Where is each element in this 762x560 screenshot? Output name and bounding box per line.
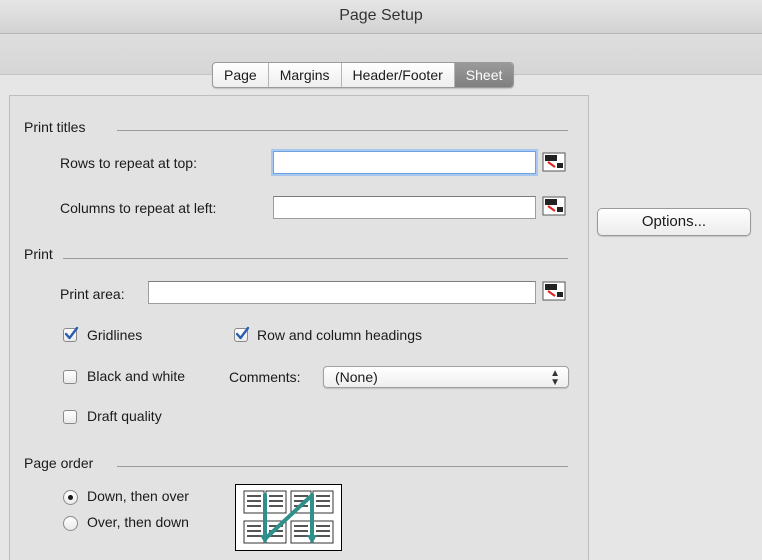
print-titles-divider [117, 130, 568, 131]
row-column-headings-checkbox[interactable] [234, 326, 250, 342]
gridlines-checkbox[interactable] [63, 326, 79, 342]
print-area-input[interactable] [148, 281, 536, 304]
checkmark-icon [235, 326, 250, 340]
tab-bar: Page Margins Header/Footer Sheet [212, 62, 515, 88]
print-divider [63, 258, 568, 259]
comments-select[interactable]: (None) ▲ ▼ [323, 366, 569, 388]
print-titles-heading: Print titles [24, 119, 86, 135]
black-white-checkbox[interactable] [63, 370, 77, 384]
print-heading: Print [24, 246, 53, 262]
rows-repeat-label: Rows to repeat at top: [60, 155, 197, 171]
black-white-label: Black and white [87, 368, 186, 384]
over-then-down-radio[interactable] [63, 516, 78, 531]
rows-repeat-input[interactable] [273, 151, 536, 174]
page-order-preview-icon [235, 484, 342, 551]
title-bar: Page Setup [0, 0, 762, 34]
columns-range-select-icon[interactable] [542, 196, 566, 216]
comments-select-value: (None) [335, 369, 378, 385]
window-title: Page Setup [339, 7, 423, 24]
page-order-heading: Page order [24, 455, 94, 471]
down-then-over-radio[interactable] [63, 490, 78, 505]
draft-quality-checkbox[interactable] [63, 410, 77, 424]
rows-range-select-icon[interactable] [542, 152, 566, 172]
draft-quality-label: Draft quality [87, 408, 162, 424]
tab-header-footer[interactable]: Header/Footer [342, 63, 455, 87]
over-then-down-label: Over, then down [87, 514, 189, 530]
tab-page[interactable]: Page [213, 63, 269, 87]
gridlines-label: Gridlines [87, 327, 143, 343]
dialog-content [0, 74, 762, 560]
columns-repeat-label: Columns to repeat at left: [60, 200, 217, 216]
options-button[interactable]: Options... [597, 208, 751, 236]
updown-arrows-icon: ▲ ▼ [550, 368, 560, 388]
tab-margins[interactable]: Margins [269, 63, 342, 87]
tab-sheet[interactable]: Sheet [454, 63, 514, 87]
row-column-headings-label: Row and column headings [257, 327, 422, 343]
page-order-divider [117, 466, 568, 467]
comments-label: Comments: [229, 369, 301, 385]
print-area-label: Print area: [60, 286, 125, 302]
columns-repeat-input[interactable] [273, 196, 536, 219]
checkmark-icon [64, 326, 79, 340]
down-then-over-label: Down, then over [87, 488, 189, 504]
print-area-range-select-icon[interactable] [542, 281, 566, 301]
